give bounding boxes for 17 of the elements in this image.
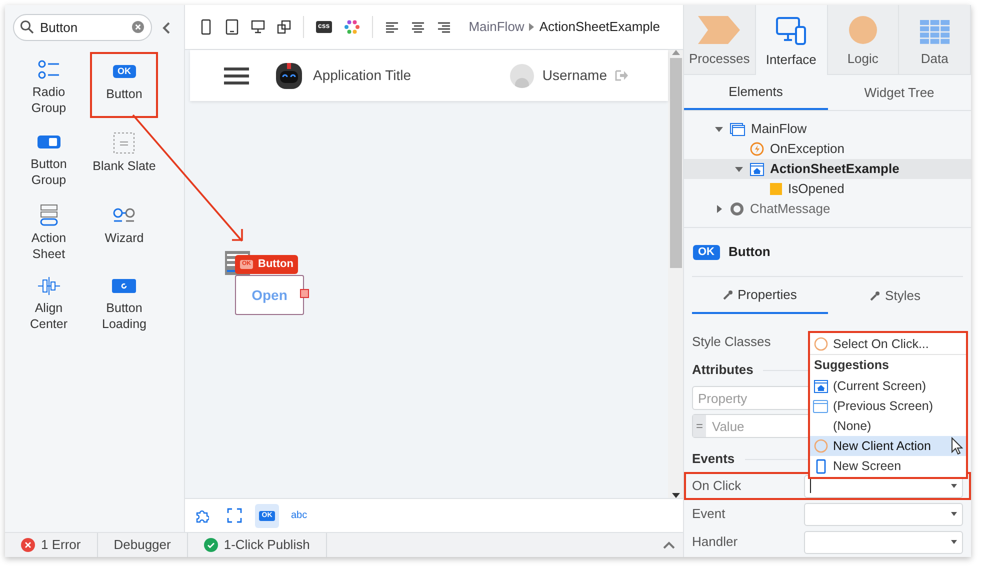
ok-badge-icon: OK — [693, 244, 720, 260]
equals-prefix: = — [693, 415, 706, 437]
selected-widget-name: Button — [728, 243, 770, 262]
section-heading: Events — [692, 450, 735, 468]
username: Username — [542, 66, 607, 85]
property-label: Style Classes — [692, 333, 771, 352]
section-heading: Attributes — [692, 361, 754, 380]
tree-item-label: ChatMessage — [750, 200, 830, 218]
event-row: Handler — [684, 528, 971, 556]
ok-badge-icon: OK — [112, 64, 136, 78]
breadcrumb-current: ActionSheetExample — [539, 18, 660, 36]
tree-item-label: MainFlow — [751, 120, 807, 138]
tree-item-label: IsOpened — [788, 180, 844, 198]
app-title: Application Title — [313, 66, 412, 85]
tree-item-label: ActionSheetExample — [770, 160, 900, 178]
event-row: Event — [684, 500, 971, 528]
tree-item-label: OnException — [770, 140, 844, 158]
